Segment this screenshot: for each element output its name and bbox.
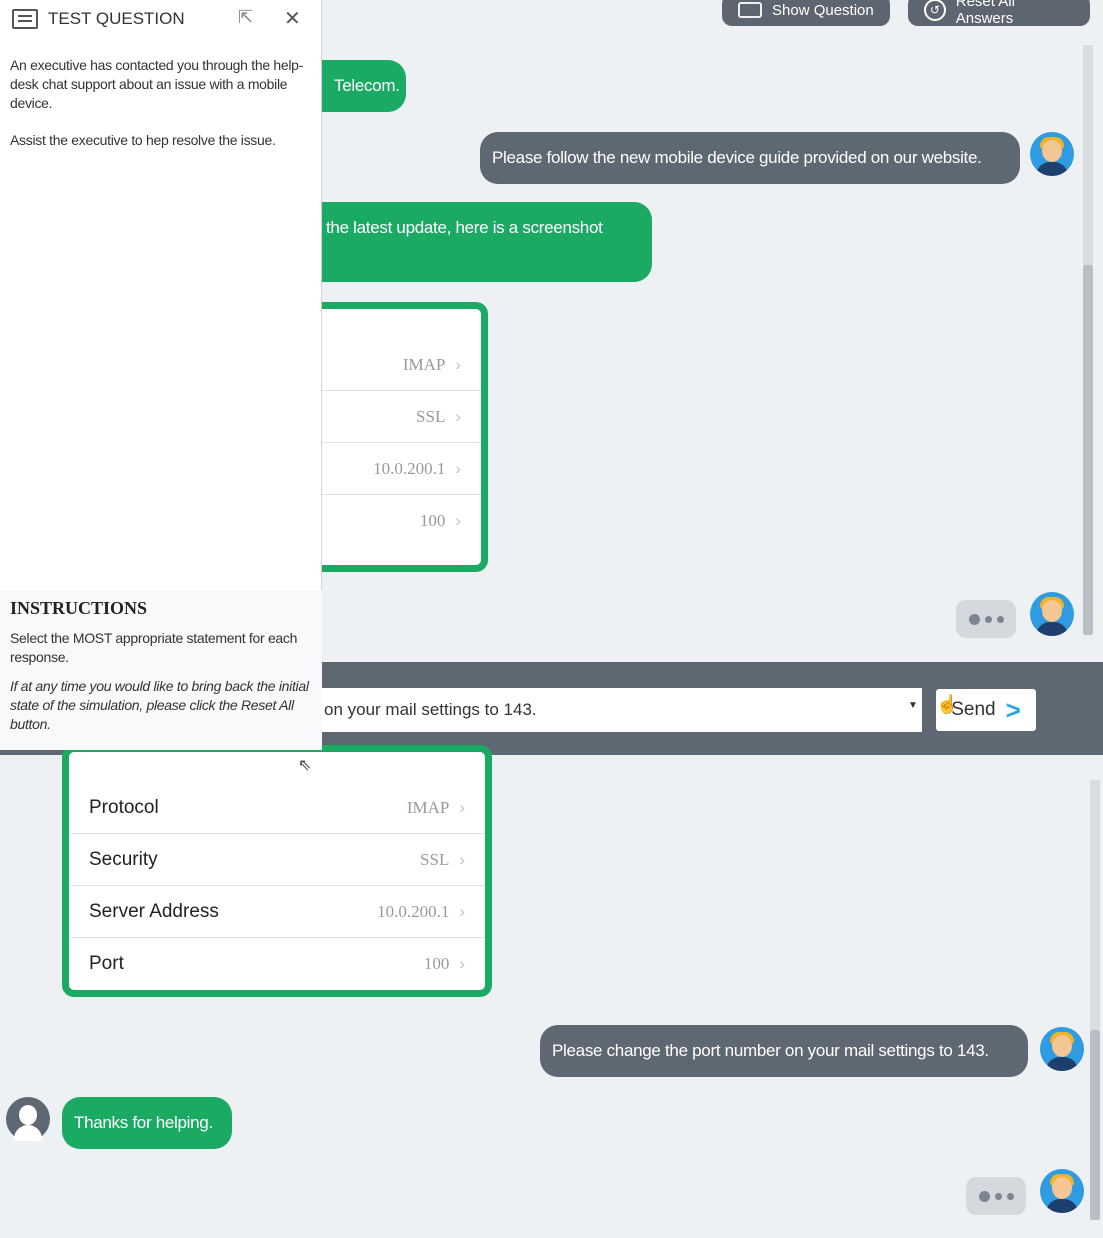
hand-cursor-icon: ☝ (936, 694, 959, 714)
instructions-section: INSTRUCTIONS Select the MOST appropriate… (0, 590, 322, 750)
protocol-value: IMAP (402, 354, 446, 374)
response-select[interactable]: on your mail settings to 143. (322, 688, 922, 732)
card-row-port: Port 100 › (89, 953, 465, 974)
panel-title: TEST QUESTION (48, 9, 185, 28)
security-value: SSL (416, 406, 446, 426)
reset-icon: ↺ (924, 0, 946, 21)
reset-all-label: Reset All Answers (955, 0, 1015, 27)
typing-indicator (966, 1177, 1026, 1215)
send-arrow-icon: > (1005, 694, 1021, 725)
agent-avatar (1040, 1169, 1084, 1213)
screenshot-card-lower: Protocol IMAP › Security SSL › Server Addr… (62, 745, 492, 997)
question-paragraph: Assist the executive to hep resolve the … (10, 132, 276, 148)
chat-history-lower: Protocol IMAP › Security SSL › Server Addr… (0, 745, 1090, 1238)
card-row-port: 100 › (419, 511, 461, 530)
customer-message-telecom: Telecom. (322, 60, 406, 112)
instructions-reset-note: If at any time you would like to bring b… (10, 678, 309, 732)
port-value: 100 (419, 511, 446, 530)
port-label: Port (89, 953, 124, 974)
chat-scrollbar-thumb-upper[interactable] (1083, 265, 1093, 635)
message-text: Thanks for helping. (74, 1113, 213, 1132)
security-label: Security (89, 848, 158, 870)
test-question-panel: TEST QUESTION ⇱ ✕ An executive has conta… (0, 0, 322, 750)
protocol-value: IMAP (406, 797, 450, 817)
external-link-icon[interactable]: ⇱ (238, 7, 253, 28)
chat-scrollbar-thumb-lower[interactable] (1090, 1030, 1100, 1220)
agent-message-port: Please change the port number on your ma… (540, 1025, 1028, 1077)
server-address-value: 10.0.200.1 (377, 901, 450, 921)
instructions-text: Select the MOST appropriate statement fo… (10, 630, 298, 665)
security-value: SSL (420, 849, 450, 869)
instructions-title: INSTRUCTIONS (10, 598, 148, 618)
chevron-down-icon[interactable]: ▼ (908, 700, 918, 711)
agent-avatar (1030, 592, 1074, 636)
document-icon (738, 2, 762, 18)
close-icon[interactable]: ✕ (284, 6, 301, 31)
card-row-security: Security SSL › (69, 834, 485, 886)
question-paragraph: An executive has contacted you through t… (10, 57, 304, 111)
port-value: 100 (423, 954, 450, 973)
show-question-button[interactable]: Show Question (722, 0, 890, 26)
mouse-cursor-icon: ⇖ (298, 757, 312, 774)
customer-message-thanks: Thanks for helping. (62, 1097, 232, 1149)
server-address-label: Server Address (89, 900, 219, 922)
chat-history-upper: Telecom. Please follow the new mobile de… (310, 30, 1082, 662)
agent-avatar (1040, 1027, 1084, 1071)
card-row-protocol: Protocol IMAP › (69, 782, 485, 834)
message-text: Please change the port number on your ma… (552, 1041, 989, 1060)
customer-avatar (6, 1097, 50, 1141)
reset-all-answers-button[interactable]: ↺ Reset All Answers (908, 0, 1090, 27)
server-value: 10.0.200.1 (373, 458, 446, 478)
document-icon (12, 9, 38, 29)
message-text: Please follow the new mobile device guid… (492, 148, 982, 167)
question-text: An executive has contacted you through t… (0, 38, 321, 150)
agent-avatar (1030, 132, 1074, 176)
card-row-server-address: Server Address 10.0.200.1 › (69, 886, 485, 938)
customer-message-screenshot: the latest update, here is a screenshot (322, 202, 652, 282)
agent-message-guide[interactable]: Please follow the new mobile device guid… (480, 132, 1020, 184)
panel-header: TEST QUESTION ⇱ ✕ (0, 0, 321, 38)
screenshot-card-upper: IMAP › SSL › 10.0.200.1 › 100 › (310, 302, 488, 572)
card-row-server: 10.0.200.1 › (310, 443, 481, 495)
message-text: Telecom. (334, 76, 400, 95)
typing-indicator (956, 600, 1016, 638)
card-row-protocol: IMAP › (310, 339, 481, 391)
show-question-label: Show Question (772, 1, 874, 19)
response-select-value: on your mail settings to 143. (324, 700, 537, 719)
protocol-label: Protocol (89, 796, 159, 818)
message-text: the latest update, here is a screenshot (326, 218, 603, 237)
card-row-security: SSL › (310, 391, 481, 443)
